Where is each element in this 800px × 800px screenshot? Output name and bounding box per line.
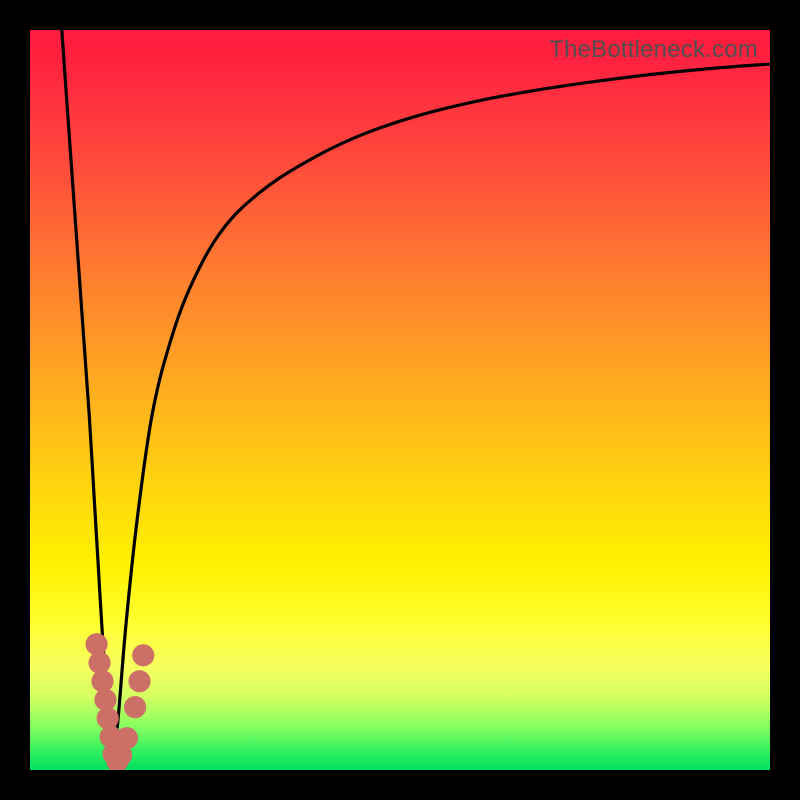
chart-frame: TheBottleneck.com bbox=[0, 0, 800, 800]
watermark-text: TheBottleneck.com bbox=[549, 36, 758, 64]
plot-area: TheBottleneck.com bbox=[30, 30, 770, 770]
data-markers bbox=[30, 30, 770, 770]
